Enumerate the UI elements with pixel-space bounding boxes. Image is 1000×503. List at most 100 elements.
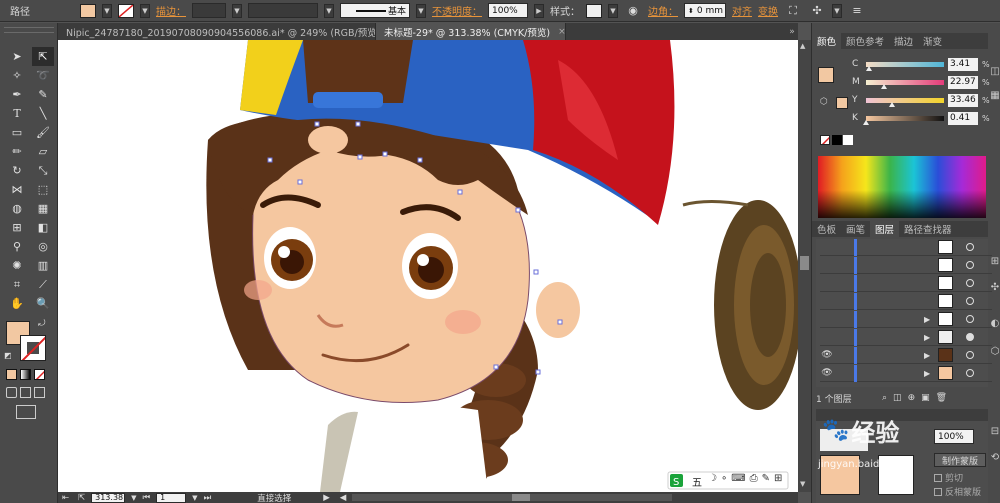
variable-width-field[interactable]: [248, 3, 318, 18]
layer-row[interactable]: [820, 275, 992, 292]
slider-track[interactable]: [866, 97, 944, 107]
layer-row[interactable]: ▶: [820, 311, 992, 328]
yellow-value[interactable]: 33.46: [948, 93, 978, 107]
export-icon[interactable]: ⇱: [78, 493, 85, 503]
slider-knob[interactable]: [880, 83, 887, 89]
target-icon[interactable]: [966, 369, 974, 377]
recolor-icon[interactable]: ◉: [624, 3, 642, 19]
corner-stepper-icon[interactable]: ⬍: [688, 7, 694, 15]
first-artboard-icon[interactable]: ⏮: [143, 493, 151, 503]
layer-row[interactable]: 👁 ▶: [820, 365, 992, 382]
tabs-overflow-icon[interactable]: »: [786, 23, 798, 40]
magenta-value[interactable]: 22.97: [948, 75, 978, 89]
layer-row[interactable]: [820, 239, 992, 256]
hscroll-left-icon[interactable]: ◀: [340, 493, 347, 503]
opacity-field[interactable]: 100%: [488, 3, 528, 18]
locate-object-icon[interactable]: ⌕: [882, 393, 887, 403]
opacity-dropdown[interactable]: ▶: [534, 3, 544, 18]
artboard-dropdown[interactable]: ▼: [192, 494, 197, 502]
stroke-style-dropdown[interactable]: ▼: [416, 3, 426, 18]
stroke-style-field[interactable]: 基本: [340, 3, 410, 18]
tools-grip[interactable]: [4, 27, 54, 33]
new-sublayer-icon[interactable]: ⊕: [908, 393, 916, 403]
style-swatch[interactable]: [586, 3, 602, 18]
artboard-nav-icon[interactable]: ⇤: [62, 493, 72, 503]
slider-track[interactable]: [865, 61, 944, 71]
make-mask-button[interactable]: 制作蒙版: [934, 453, 986, 467]
opacity-label[interactable]: 不透明度：: [432, 3, 482, 18]
black-value[interactable]: 0.41: [948, 111, 978, 125]
symbols-panel-icon[interactable]: ✣: [989, 277, 1000, 297]
arrange-dropdown[interactable]: ▼: [832, 3, 842, 18]
expand-arrow-icon[interactable]: ▶: [924, 315, 930, 324]
shape-builder-tool-icon[interactable]: ◍: [6, 199, 28, 218]
transform-panel-icon[interactable]: ⟲: [989, 447, 1000, 467]
eye-icon[interactable]: 👁: [820, 368, 834, 378]
rectangle-tool-icon[interactable]: ▭: [6, 123, 28, 142]
slider-track[interactable]: [866, 79, 944, 89]
default-colors-icon[interactable]: ◩: [4, 351, 12, 360]
hscroll-thumb[interactable]: [512, 494, 531, 501]
cyan-value[interactable]: 3.41: [948, 57, 978, 71]
transform-label[interactable]: 变换: [758, 3, 778, 18]
stroke-weight-dropdown[interactable]: ▼: [232, 3, 242, 18]
pencil-tool-icon[interactable]: ✏: [6, 142, 28, 161]
layer-row[interactable]: [820, 257, 992, 274]
style-dropdown[interactable]: ▼: [608, 3, 618, 18]
draw-inside-icon[interactable]: [34, 387, 45, 398]
lasso-tool-icon[interactable]: ➰: [32, 66, 54, 85]
eye-icon[interactable]: 👁: [820, 350, 834, 360]
color-spectrum[interactable]: [818, 156, 986, 218]
scale-tool-icon[interactable]: ⤡: [32, 161, 54, 180]
color-mode-icon[interactable]: [6, 369, 17, 380]
slider-knob[interactable]: [889, 101, 896, 107]
none-mode-icon[interactable]: [34, 369, 45, 380]
tab-stroke[interactable]: 描边: [889, 33, 918, 49]
panel-collapse-icon[interactable]: ◫: [989, 61, 1000, 81]
selection-tool-icon[interactable]: ➤: [6, 47, 28, 66]
curvature-tool-icon[interactable]: ✎: [32, 85, 54, 104]
black-color-chip[interactable]: [832, 135, 842, 145]
stroke-dropdown[interactable]: ▼: [140, 3, 150, 18]
transparency-opacity-field[interactable]: 100%: [934, 429, 974, 444]
slice-tool-icon[interactable]: ⟋: [32, 275, 54, 294]
swap-fill-stroke-icon[interactable]: ⤾: [38, 319, 46, 329]
clip-checkbox-row[interactable]: 剪切: [934, 471, 963, 484]
target-icon[interactable]: [966, 261, 974, 269]
line-tool-icon[interactable]: ╲: [32, 104, 54, 123]
layer-row[interactable]: ▶: [820, 329, 992, 346]
target-icon[interactable]: [966, 279, 974, 287]
type-tool-icon[interactable]: T: [6, 104, 28, 123]
corner-field[interactable]: ⬍ 0 mm: [684, 3, 726, 18]
color-fill-box[interactable]: [818, 67, 834, 83]
zoom-field[interactable]: 313.38: [91, 492, 126, 503]
arrange-icon[interactable]: ✣: [808, 3, 826, 19]
color-fill-small[interactable]: [836, 97, 848, 109]
magenta-slider[interactable]: M 22.97 %: [852, 75, 990, 89]
target-icon[interactable]: [966, 315, 974, 323]
new-layer-icon[interactable]: ▣: [921, 393, 930, 403]
draw-behind-icon[interactable]: [20, 387, 31, 398]
free-transform-tool-icon[interactable]: ⬚: [32, 180, 54, 199]
gradient-mode-icon[interactable]: [20, 369, 31, 380]
expand-arrow-icon[interactable]: ▶: [924, 351, 930, 360]
align-panel-icon[interactable]: ⊟: [989, 421, 1000, 441]
stroke-color-box[interactable]: [20, 335, 46, 361]
perspective-grid-tool-icon[interactable]: ▦: [32, 199, 54, 218]
stroke-weight-field[interactable]: [192, 3, 226, 18]
mesh-tool-icon[interactable]: ⊞: [6, 218, 28, 237]
zoom-tool-icon[interactable]: 🔍: [32, 294, 54, 313]
column-graph-tool-icon[interactable]: ▥: [32, 256, 54, 275]
variable-width-dropdown[interactable]: ▼: [324, 3, 334, 18]
width-tool-icon[interactable]: ⋈: [6, 180, 28, 199]
draw-normal-icon[interactable]: [6, 387, 17, 398]
invert-checkbox[interactable]: [934, 487, 942, 496]
blend-tool-icon[interactable]: ◎: [32, 237, 54, 256]
black-slider[interactable]: K 0.41 %: [852, 111, 990, 125]
magic-wand-tool-icon[interactable]: ✧: [6, 66, 28, 85]
target-icon[interactable]: [966, 243, 974, 251]
swatch-panel-icon[interactable]: ▦: [989, 85, 1000, 105]
none-color-icon[interactable]: [820, 135, 830, 145]
clipping-mask-icon[interactable]: ◫: [893, 393, 902, 403]
status-arrow-icon[interactable]: ▶: [323, 493, 330, 503]
